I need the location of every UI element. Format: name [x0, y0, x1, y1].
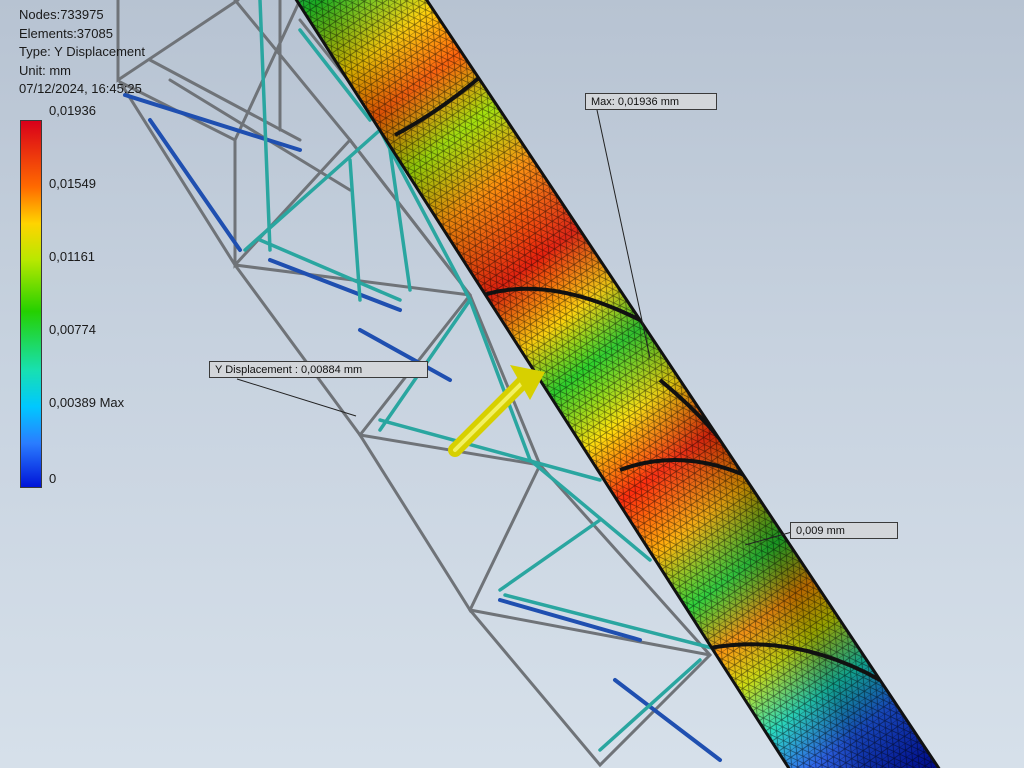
model-info: Nodes:733975 Elements:37085 Type: Y Disp… [19, 6, 145, 99]
nodes-count: Nodes:733975 [19, 7, 104, 22]
result-timestamp: 07/12/2024, 16:45:25 [19, 81, 142, 97]
max-callout[interactable]: Max: 0,01936 mm [585, 93, 717, 110]
probe-callout[interactable]: 0,009 mm [790, 522, 898, 539]
color-legend: 0,01936 0,01549 0,01161 0,00774 0,00389 … [19, 103, 279, 493]
legend-color-bar [20, 120, 42, 488]
legend-tick-max: 0,01936 [49, 103, 96, 118]
legend-tick: 0,00774 [49, 322, 96, 337]
legend-tick: 0,01549 [49, 176, 96, 191]
legend-tick-min: 0 [49, 471, 57, 486]
elements-count: Elements:37085 [19, 25, 113, 41]
result-unit: Unit: mm [19, 62, 71, 78]
legend-tick: 0,01161 [49, 249, 96, 264]
probe-callout[interactable]: Y Displacement : 0,00884 mm [209, 361, 428, 378]
legend-tick: 0,00389 Max [49, 395, 125, 410]
result-type: Type: Y Displacement [19, 44, 145, 60]
